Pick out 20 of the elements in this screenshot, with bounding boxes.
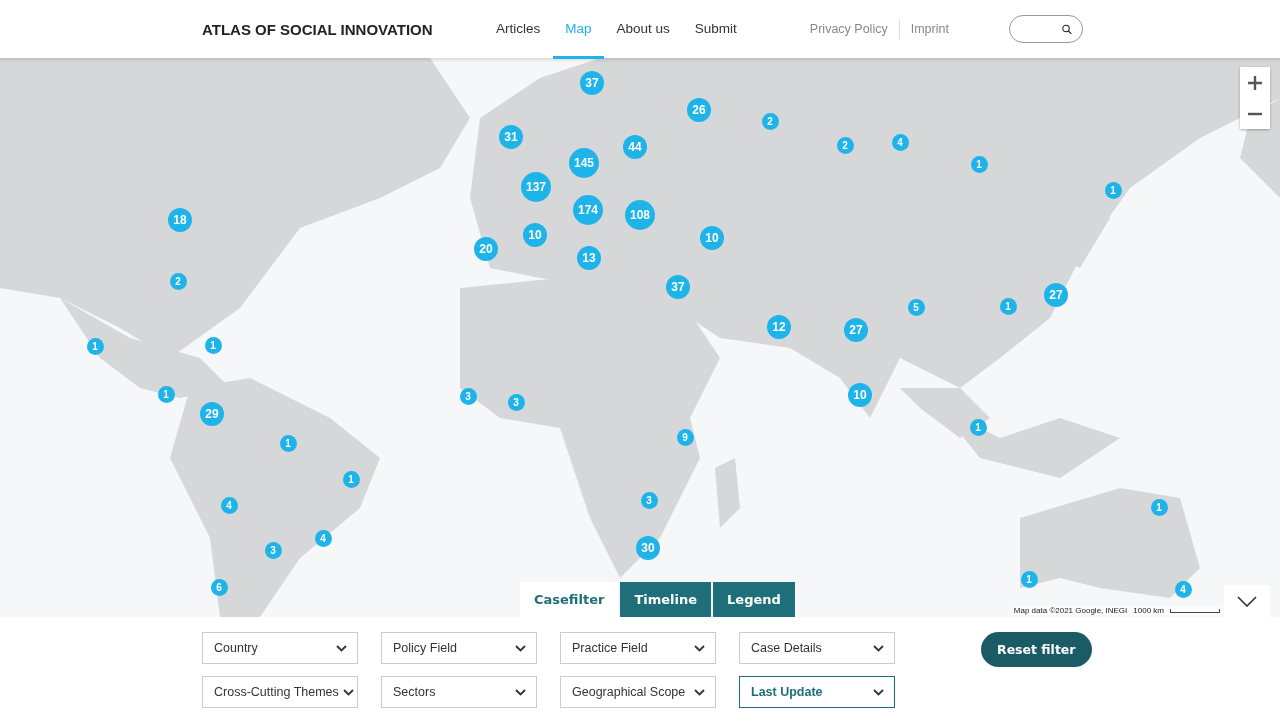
filter-dropdown[interactable]: Country xyxy=(202,632,358,664)
filter-dropdown[interactable]: Geographical Scope xyxy=(560,676,716,708)
filter-dropdown[interactable]: Practice Field xyxy=(560,632,716,664)
filter-dropdown[interactable]: Case Details xyxy=(739,632,895,664)
footer-link[interactable]: Imprint xyxy=(910,22,949,36)
panel-tab[interactable]: Timeline xyxy=(620,582,712,617)
filter-dropdown[interactable]: Policy Field xyxy=(381,632,537,664)
scale-label: 1000 km xyxy=(1133,606,1164,615)
map-attribution: Map data ©2021 Google, INEGI xyxy=(1013,606,1128,615)
nav-link[interactable]: About us xyxy=(604,0,682,59)
nav-link[interactable]: Submit xyxy=(682,0,749,59)
reset-filter-button[interactable]: Reset filter xyxy=(981,632,1092,667)
filter-dropdown[interactable]: Cross-Cutting Themes xyxy=(202,676,358,708)
filter-dropdown[interactable]: Sectors xyxy=(381,676,537,708)
panel-tab[interactable]: Casefilter xyxy=(520,582,619,617)
footer-link[interactable]: Privacy Policy xyxy=(809,22,888,36)
panel-tab[interactable]: Legend xyxy=(713,582,795,617)
nav-link[interactable]: Articles xyxy=(484,0,553,59)
site-logo[interactable]: ATLAS OF SOCIAL INNOVATION xyxy=(202,20,452,38)
filter-dropdown[interactable]: Last Update xyxy=(739,676,895,708)
